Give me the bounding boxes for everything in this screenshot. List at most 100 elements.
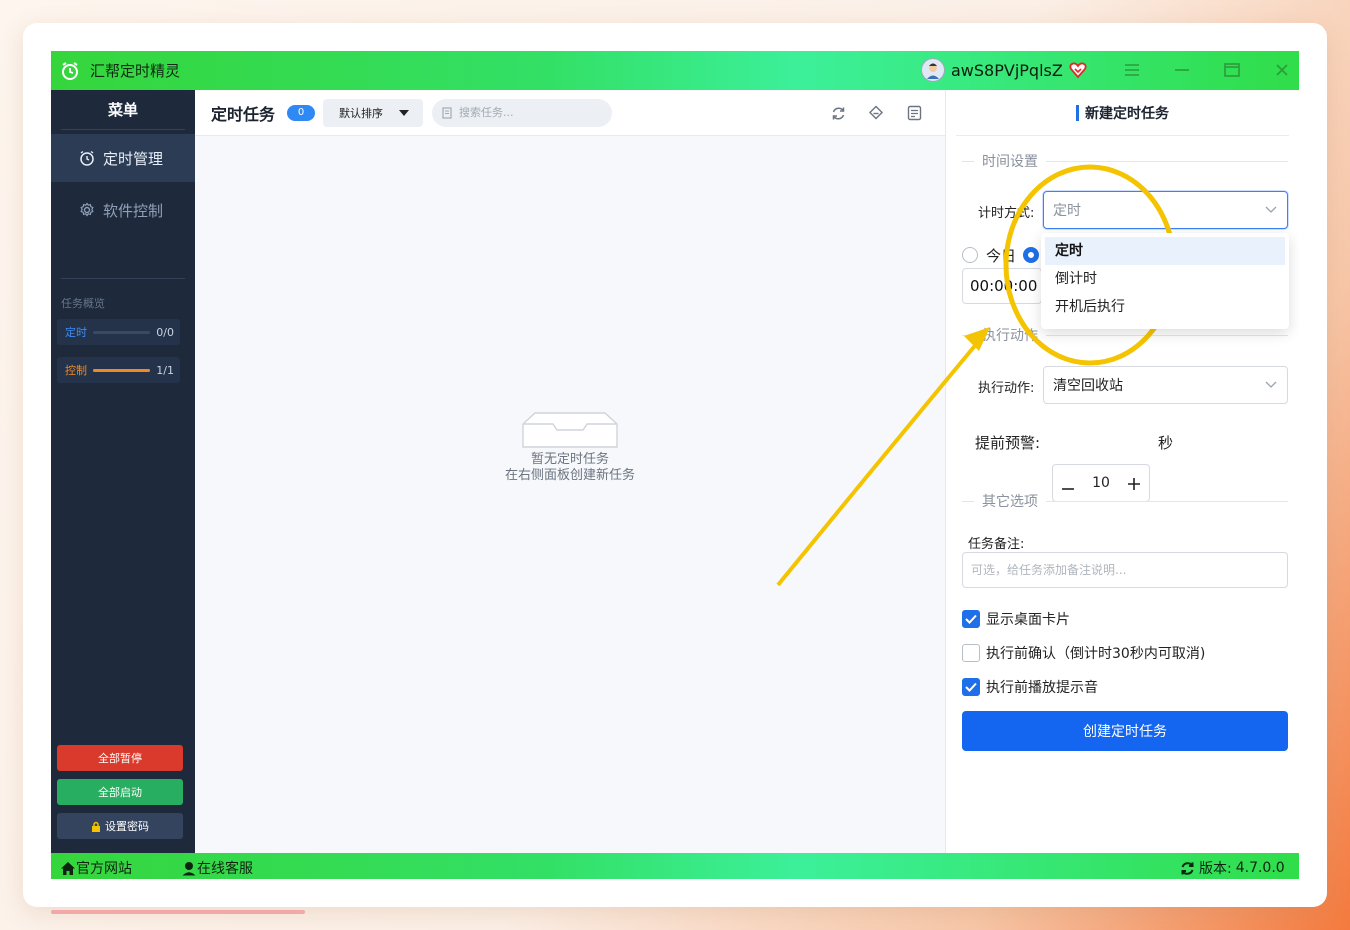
- avatar[interactable]: [921, 58, 945, 82]
- sidebar-title: 菜单: [61, 90, 185, 130]
- warning-value[interactable]: 10: [1083, 475, 1119, 491]
- section-title: 执行动作: [982, 328, 1038, 344]
- close-icon[interactable]: [1271, 59, 1293, 81]
- empty-title: 暂无定时任务: [530, 452, 609, 467]
- refresh-icon[interactable]: [829, 104, 847, 122]
- timing-mode-label: 计时方式:: [978, 206, 1035, 221]
- version-number: 4.7.0.0: [1235, 860, 1285, 876]
- official-website-label: 官方网站: [76, 861, 132, 877]
- warning-label: 提前预警:: [975, 434, 1041, 452]
- create-task-button[interactable]: 创建定时任务: [962, 711, 1288, 751]
- note-input[interactable]: [962, 552, 1288, 588]
- empty-hint: 在右侧面板创建新任务: [504, 468, 635, 483]
- chevron-down-icon: [1265, 381, 1277, 388]
- play-sound-label: 执行前播放提示音: [986, 680, 1098, 696]
- plus-icon: [1128, 478, 1140, 490]
- refresh-icon: [1181, 861, 1194, 875]
- option-after-boot[interactable]: 开机后执行: [1045, 293, 1285, 321]
- overview-label: 控制: [65, 364, 87, 377]
- overview-title: 任务概览: [61, 297, 105, 310]
- alarm-clock-logo-icon: [62, 61, 78, 80]
- decorative-bar: [51, 910, 305, 914]
- overview-count: 0/0: [156, 325, 174, 339]
- show-desktop-card-label: 显示桌面卡片: [986, 612, 1070, 628]
- sidebar-divider: [61, 278, 185, 279]
- page-title: 定时任务: [211, 104, 276, 124]
- date-radio[interactable]: [1023, 247, 1039, 263]
- app-window: 汇帮定时精灵 awS8PVjPqlsZ 菜单 定时管理 软件控制 任务概览 定时…: [51, 51, 1299, 879]
- home-icon: [61, 861, 75, 875]
- today-label: 今日: [986, 247, 1017, 265]
- action-label: 执行动作:: [978, 381, 1035, 396]
- version-label: 版本:: [1199, 861, 1232, 877]
- user-avatar-icon: [927, 63, 939, 79]
- official-website-link[interactable]: 官方网站: [60, 858, 132, 878]
- overview-count: 1/1: [156, 363, 174, 377]
- set-password-label: 设置密码: [105, 820, 149, 833]
- sidebar-item-label: 定时管理: [103, 149, 164, 168]
- timing-mode-select[interactable]: 定时: [1043, 191, 1288, 229]
- maximize-icon[interactable]: [1221, 59, 1243, 81]
- username: awS8PVjPqlsZ: [951, 60, 1063, 80]
- minus-icon: [1062, 488, 1074, 490]
- clean-icon[interactable]: [867, 104, 885, 122]
- overview-progress-bar: [93, 368, 151, 372]
- search-doc-icon: [442, 106, 452, 119]
- action-value: 清空回收站: [1053, 378, 1123, 394]
- online-support-link[interactable]: 在线客服: [181, 858, 253, 878]
- alarm-clock-icon: [80, 150, 94, 166]
- show-desktop-card-checkbox[interactable]: [962, 610, 980, 628]
- section-other-options: 其它选项: [962, 491, 1288, 511]
- caret-down-icon: [399, 109, 410, 116]
- search-input[interactable]: [459, 106, 600, 119]
- empty-box-icon: [522, 412, 618, 448]
- task-list-toolbar: 定时任务 0 默认排序: [195, 90, 945, 136]
- sidebar-item-timer-management[interactable]: 定时管理: [51, 134, 195, 182]
- task-list-panel: 定时任务 0 默认排序 搜索任务... 暂无定时任务 在右侧面板创建新任务: [195, 90, 945, 853]
- overview-control-row: 控制 1/1: [57, 357, 180, 383]
- search-box[interactable]: [432, 98, 613, 127]
- version-info[interactable]: 版本: 4.7.0.0: [1180, 858, 1285, 878]
- sidebar-item-software-control[interactable]: 软件控制: [51, 186, 195, 234]
- start-all-button[interactable]: 全部启动: [57, 779, 183, 805]
- overview-label: 定时: [65, 326, 87, 339]
- action-select[interactable]: 清空回收站: [1043, 366, 1288, 404]
- menu-icon[interactable]: [1121, 59, 1143, 81]
- log-icon[interactable]: [905, 104, 923, 122]
- pause-all-button[interactable]: 全部暂停: [57, 745, 183, 771]
- time-input[interactable]: 00:00:00: [962, 268, 1042, 304]
- set-password-button[interactable]: 设置密码: [57, 813, 183, 839]
- sort-dropdown[interactable]: 默认排序: [323, 98, 424, 127]
- empty-state: 暂无定时任务 在右侧面板创建新任务: [195, 410, 945, 484]
- section-time-settings: 时间设置: [962, 151, 1288, 171]
- timing-mode-value: 定时: [1053, 203, 1081, 219]
- option-scheduled[interactable]: 定时: [1045, 237, 1285, 265]
- overview-progress-bar: [93, 330, 151, 334]
- panel-header: 新建定时任务: [956, 90, 1289, 136]
- option-countdown[interactable]: 倒计时: [1045, 265, 1285, 293]
- checkmark-icon: [965, 682, 977, 692]
- vip-heart-icon: [1069, 62, 1087, 79]
- new-task-panel: 新建定时任务 时间设置 计时方式: 定时 定时 倒计时 开机后执行 今日 00:…: [945, 90, 1299, 853]
- minimize-icon[interactable]: [1171, 59, 1193, 81]
- warning-unit: 秒: [1158, 434, 1174, 452]
- user-info[interactable]: awS8PVjPqlsZ: [921, 58, 1087, 82]
- title-bar: 汇帮定时精灵 awS8PVjPqlsZ: [51, 51, 1299, 90]
- task-count-badge: 0: [287, 104, 316, 121]
- lock-icon: [92, 821, 100, 832]
- sidebar-item-label: 软件控制: [103, 201, 164, 220]
- status-bar: 官方网站 在线客服 版本: 4.7.0.0: [51, 853, 1299, 879]
- online-support-label: 在线客服: [197, 861, 253, 877]
- confirm-before-exec-checkbox[interactable]: [962, 644, 980, 662]
- timing-mode-dropdown: 定时 倒计时 开机后执行: [1041, 233, 1289, 329]
- section-title: 时间设置: [982, 154, 1038, 170]
- play-sound-checkbox[interactable]: [962, 678, 980, 696]
- note-label: 任务备注:: [968, 537, 1025, 552]
- support-agent-icon: [182, 862, 196, 876]
- chevron-down-icon: [1265, 206, 1277, 213]
- section-title: 其它选项: [982, 494, 1038, 510]
- checkmark-icon: [965, 614, 977, 624]
- today-radio[interactable]: [962, 247, 978, 263]
- app-title: 汇帮定时精灵: [90, 62, 181, 80]
- confirm-before-exec-label: 执行前确认（倒计时30秒内可取消): [986, 646, 1206, 662]
